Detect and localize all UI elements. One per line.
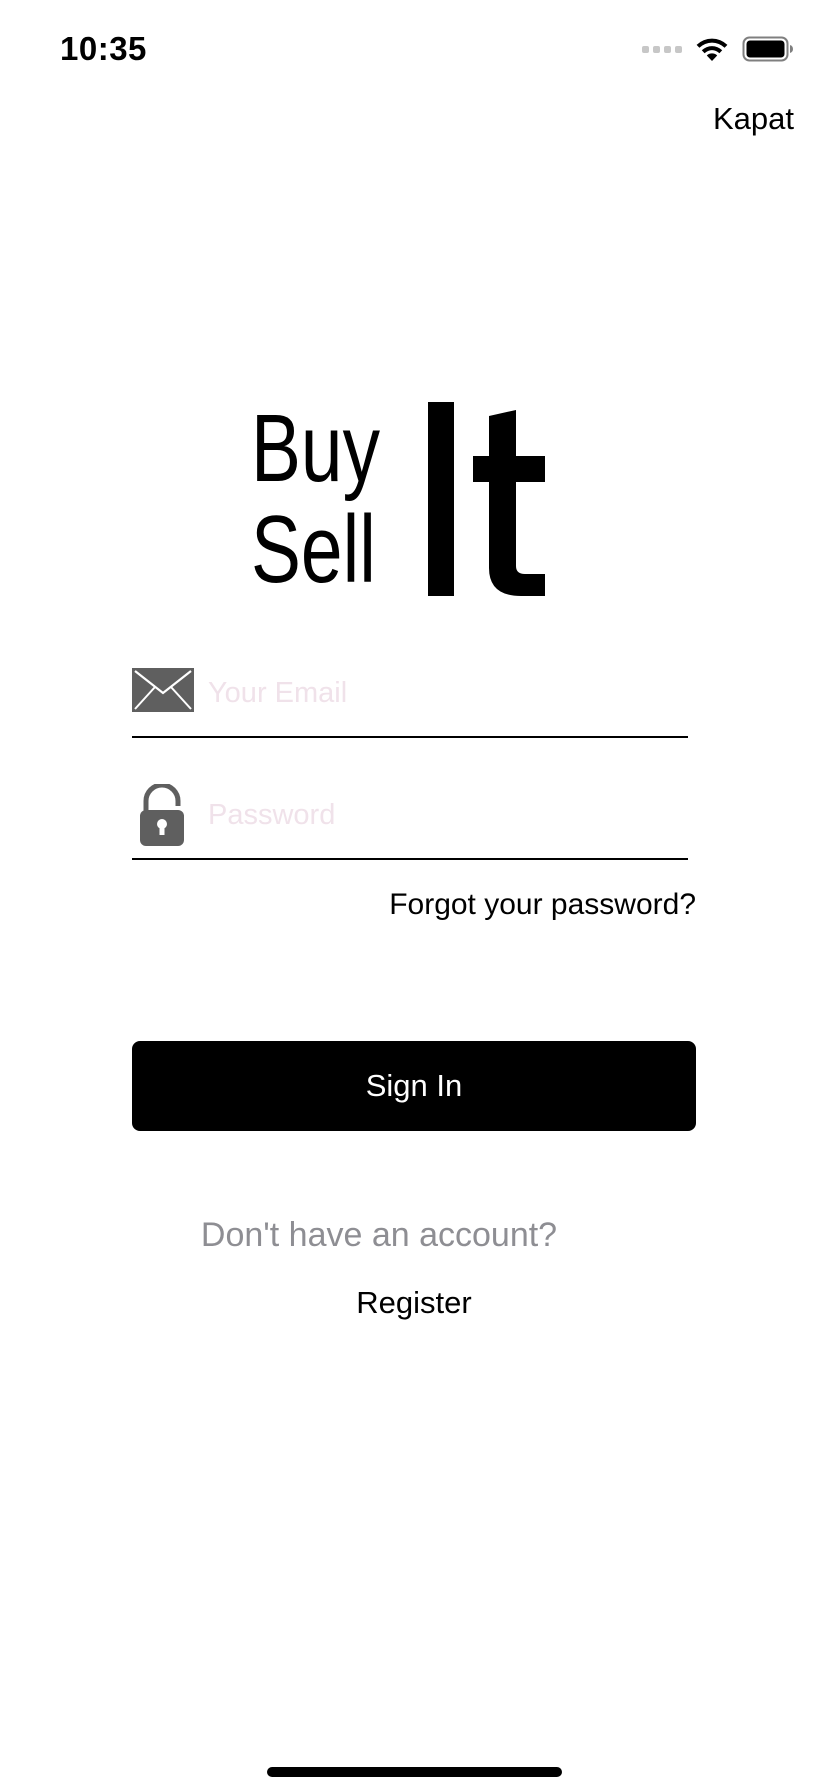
password-input[interactable] (208, 790, 668, 840)
close-button[interactable]: Kapat (713, 101, 794, 137)
home-indicator[interactable] (267, 1767, 562, 1777)
forgot-password-link[interactable]: Forgot your password? (389, 888, 696, 922)
unlock-icon (140, 784, 184, 846)
buy-sell-it-logo: Buy Sell (251, 396, 545, 602)
status-icons (642, 36, 794, 62)
signal-icon (642, 45, 682, 53)
register-link[interactable]: Register (0, 1285, 828, 1321)
envelope-icon (132, 668, 194, 712)
battery-icon (742, 36, 793, 62)
sign-in-label: Sign In (365, 1068, 463, 1103)
wifi-icon (696, 38, 728, 61)
no-account-text: Don't have an account? (200, 1216, 558, 1254)
email-field (132, 656, 688, 738)
logo-letter-t (473, 410, 545, 596)
logo-text-sell: Sell (251, 496, 376, 602)
sign-in-button[interactable]: Sign In (132, 1041, 696, 1131)
logo-text-buy: Buy (251, 396, 380, 502)
email-input[interactable] (208, 668, 668, 718)
status-time: 10:35 (60, 30, 147, 67)
password-field (132, 778, 688, 860)
logo-letter-i (428, 402, 454, 596)
